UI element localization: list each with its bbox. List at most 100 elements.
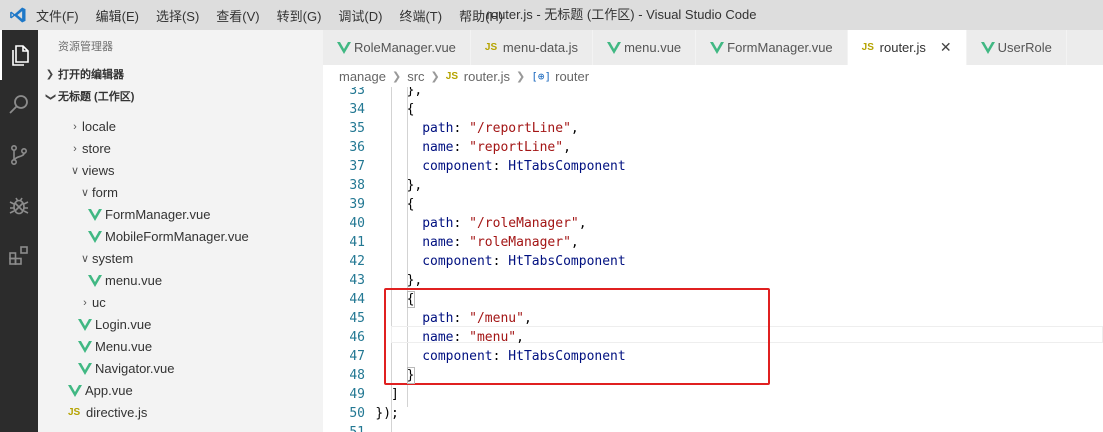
- code-token: :: [453, 216, 470, 231]
- tree-item[interactable]: menu.vue: [38, 270, 323, 292]
- tree-item[interactable]: ∨ system: [38, 248, 323, 270]
- code-token: name: [422, 235, 454, 250]
- code-line: 44{: [323, 290, 1103, 309]
- breadcrumb: manage ❯ src ❯ JS router.js ❯ [⊕] router: [323, 65, 1103, 87]
- line-number: 50: [349, 406, 365, 421]
- vue-file-icon: [980, 41, 995, 54]
- line-number: 34: [349, 102, 365, 117]
- explorer-sidebar: 资源管理器 ❯ 打开的编辑器 ❯ 无标题 (工作区) › locale › store…: [38, 30, 323, 432]
- tab-label: router.js: [879, 40, 926, 55]
- line-number: 39: [349, 197, 365, 212]
- code-text: component: HtTabsComponent: [422, 347, 626, 366]
- tree-item[interactable]: Menu.vue: [38, 336, 323, 358]
- tree-item[interactable]: › locale: [38, 116, 323, 138]
- tree-item[interactable]: Navigator.vue: [38, 358, 323, 380]
- tree-item[interactable]: MobileFormManager.vue: [38, 226, 323, 248]
- tree-item[interactable]: ∨ views: [38, 160, 323, 182]
- tree-item[interactable]: JS directive.js: [38, 402, 323, 424]
- bracket-match-highlight: [406, 367, 415, 384]
- chevron-down-icon: ❯: [45, 92, 56, 102]
- tab-1[interactable]: JS menu-data.js: [470, 30, 594, 65]
- line-number: 40: [349, 216, 365, 231]
- vscode-logo-icon[interactable]: [0, 0, 36, 30]
- code-token: :: [453, 235, 470, 250]
- explorer-files-icon[interactable]: [0, 30, 38, 80]
- code-text: },: [407, 176, 423, 195]
- tree-item[interactable]: › uc: [38, 292, 323, 314]
- breadcrumb-item-src[interactable]: src: [407, 69, 424, 84]
- tree-item-label: Login.vue: [95, 317, 152, 332]
- chevron-right-icon: ›: [83, 297, 87, 309]
- code-token: "roleManager": [469, 235, 571, 250]
- debug-icon[interactable]: [0, 180, 38, 230]
- code-line: 51: [323, 423, 1103, 432]
- menu-item-7[interactable]: 帮助(H): [459, 6, 503, 25]
- chevron-down-icon: ∨: [80, 187, 90, 199]
- line-number: 49: [349, 387, 365, 402]
- code-line: 35 path: "/reportLine",: [323, 119, 1103, 138]
- vue-file-icon: [68, 385, 82, 397]
- tab-4[interactable]: JS router.js ✕: [847, 30, 967, 65]
- line-number: 41: [349, 235, 365, 250]
- tree-item[interactable]: › store: [38, 138, 323, 160]
- menu-item-6[interactable]: 终端(T): [399, 6, 442, 25]
- js-file-icon: JS: [861, 42, 874, 53]
- tab-2[interactable]: menu.vue: [593, 30, 697, 65]
- tab-0[interactable]: RoleManager.vue: [323, 30, 471, 65]
- line-number: 44: [349, 292, 365, 307]
- tree-item[interactable]: ∨ form: [38, 182, 323, 204]
- breadcrumb-item-manage[interactable]: manage: [339, 69, 386, 84]
- tab-5[interactable]: UserRole: [966, 30, 1067, 65]
- close-icon[interactable]: ✕: [940, 39, 952, 56]
- tree-item[interactable]: FormManager.vue: [38, 204, 323, 226]
- code-line: 34 {: [323, 100, 1103, 119]
- tree-item-label: form: [92, 185, 118, 200]
- code-token: ,: [523, 311, 532, 326]
- line-number: 35: [349, 121, 365, 136]
- menu-item-4[interactable]: 转到(G): [277, 6, 322, 25]
- workspace-section[interactable]: ❯ 无标题 (工作区): [38, 86, 323, 108]
- line-number: 42: [349, 254, 365, 269]
- tab-label: menu-data.js: [502, 40, 579, 55]
- code-line: 39 {: [323, 195, 1103, 214]
- code-token: ,: [570, 235, 579, 250]
- tree-item[interactable]: Login.vue: [38, 314, 323, 336]
- workspace-label: 无标题 (工作区): [58, 91, 135, 103]
- menu-item-5[interactable]: 调试(D): [338, 6, 382, 25]
- breadcrumb-item-symbol[interactable]: router: [555, 69, 589, 84]
- menu-item-0[interactable]: 文件(F): [36, 6, 79, 25]
- code-token: component: [422, 159, 493, 174]
- tab-3[interactable]: FormManager.vue: [696, 30, 848, 65]
- tree-item-label: FormManager.vue: [105, 207, 211, 222]
- vue-file-icon: [88, 209, 102, 221]
- code-text: name: "menu",: [422, 328, 524, 347]
- search-icon[interactable]: [0, 80, 38, 130]
- menu-item-1[interactable]: 编辑(E): [96, 6, 139, 25]
- chevron-right-icon: ❯: [45, 69, 55, 80]
- code-token: :: [492, 159, 509, 174]
- code-token: component: [422, 349, 493, 364]
- code-token: path: [422, 311, 454, 326]
- code-text: name: "reportLine",: [422, 138, 571, 157]
- tree-item[interactable]: App.vue: [38, 380, 323, 402]
- code-token: "reportLine": [469, 140, 564, 155]
- code-token: },: [406, 178, 423, 193]
- menu-item-3[interactable]: 查看(V): [216, 6, 259, 25]
- code-token: "/reportLine": [469, 121, 571, 136]
- code-token: "/menu": [469, 311, 524, 326]
- menu-item-2[interactable]: 选择(S): [156, 6, 199, 25]
- open-editors-section[interactable]: ❯ 打开的编辑器: [38, 64, 323, 86]
- code-editor[interactable]: 33}, 34 {35 path: "/reportLine", 36 name: "re…: [323, 87, 1103, 432]
- code-token: path: [422, 216, 454, 231]
- line-number: 37: [349, 159, 365, 174]
- file-tree: › locale › store ∨ views ∨ form FormManager.vue M…: [38, 116, 323, 424]
- variable-symbol-icon: [⊕]: [531, 69, 552, 83]
- tree-item-label: store: [82, 141, 111, 156]
- code-token: :: [453, 311, 470, 326]
- vue-file-icon: [337, 41, 351, 54]
- extensions-icon[interactable]: [0, 230, 38, 280]
- breadcrumb-item-file[interactable]: router.js: [464, 69, 510, 84]
- vue-file-icon: [78, 341, 92, 353]
- source-control-icon[interactable]: [0, 130, 38, 180]
- chevron-right-icon: ❯: [430, 70, 440, 83]
